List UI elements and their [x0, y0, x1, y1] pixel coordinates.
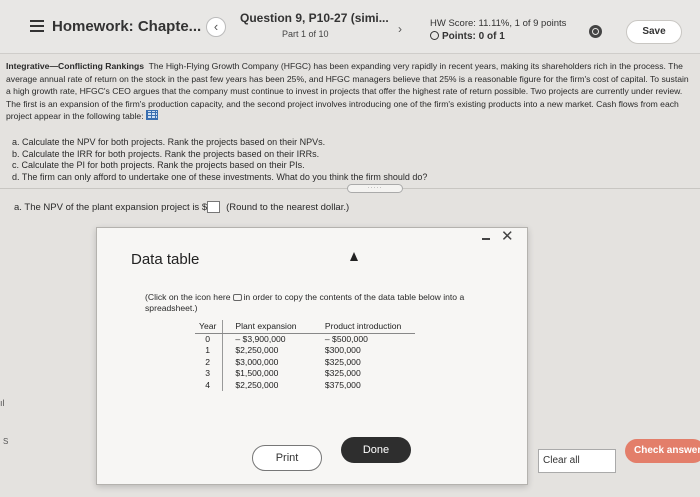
check-answer-button[interactable]: Check answer [625, 439, 700, 463]
circle-icon [430, 31, 439, 40]
clear-all-button[interactable]: Clear all [538, 449, 616, 473]
column-header: Year [195, 320, 224, 334]
gear-icon[interactable] [589, 25, 602, 38]
points-text: Points: 0 of 1 [442, 31, 505, 42]
year-cell: 1 [195, 344, 224, 356]
points-status: Points: 0 of 1 [430, 31, 505, 42]
table-header-row: Year Plant expansion Product introductio… [195, 320, 415, 334]
expand-handle[interactable]: ····· [347, 184, 403, 193]
year-cell: 2 [195, 356, 224, 368]
next-question-button[interactable]: › [398, 22, 402, 36]
instr-before: (Click on the icon here [145, 292, 231, 302]
column-header: Product introduction [314, 320, 415, 334]
plant-cell: $3,000,000 [235, 356, 279, 367]
table-icon[interactable] [145, 110, 158, 120]
year-cell: 3 [195, 367, 224, 379]
close-icon[interactable]: ✕ [501, 229, 514, 245]
save-button[interactable]: Save [626, 20, 682, 44]
data-table-dialog: ✕ Data table (Click on the icon here in o… [96, 227, 528, 485]
question-part: Part 1 of 10 [282, 29, 329, 39]
answer-hint: (Round to the nearest dollar.) [226, 202, 350, 213]
table-row: 2 $3,000,000 $325,000 [195, 356, 415, 368]
plant-cell: $2,250,000 [235, 345, 279, 356]
product-cell: $375,000 [324, 379, 361, 390]
product-cell: $300,000 [324, 345, 361, 356]
table-row: 3 $1,500,000 $325,000 [195, 367, 415, 379]
plant-cell: – $3,900,000 [235, 334, 286, 344]
task-item: c. Calculate the PI for both projects. R… [12, 160, 305, 170]
product-cell: – $500,000 [324, 334, 368, 344]
copy-instructions: (Click on the icon here in order to copy … [145, 292, 505, 314]
npv-answer-input[interactable] [207, 201, 221, 213]
question-title[interactable]: Question 9, P10-27 (simi... [240, 11, 389, 25]
plant-cell: $1,500,000 [235, 368, 279, 379]
product-cell: $325,000 [324, 356, 361, 367]
task-item: d. The firm can only afford to undertake… [12, 171, 428, 182]
dialog-title: Data table [131, 251, 200, 268]
problem-statement: Integrative—Conflicting Rankings The Hig… [6, 60, 690, 123]
task-item: a. Calculate the NPV for both projects. … [12, 137, 326, 147]
problem-lead: Integrative—Conflicting Rankings [6, 61, 144, 71]
year-cell: 4 [195, 379, 224, 391]
plant-cell: $2,250,000 [235, 379, 279, 390]
previous-question-button[interactable]: ‹ [206, 17, 226, 37]
table-row: 0 – $3,900,000 – $500,000 [195, 333, 415, 345]
task-item: b. Calculate the IRR for both projects. … [12, 148, 320, 159]
minimize-icon[interactable] [480, 233, 492, 245]
cash-flow-table: Year Plant expansion Product introductio… [195, 320, 415, 391]
side-mark: ıl [0, 398, 5, 408]
answer-line: a. The NPV of the plant expansion projec… [14, 201, 349, 213]
hw-score: HW Score: 11.11%, 1 of 9 points [430, 18, 567, 29]
table-row: 4 $2,250,000 $375,000 [195, 379, 415, 391]
answer-prefix: a. The NPV of the plant expansion projec… [14, 202, 208, 213]
cursor-icon [350, 252, 358, 261]
done-button[interactable]: Done [341, 437, 411, 463]
task-list: a. Calculate the NPV for both projects. … [12, 137, 427, 183]
copy-icon[interactable] [232, 294, 242, 301]
product-cell: $325,000 [324, 368, 361, 379]
table-row: 1 $2,250,000 $300,000 [195, 344, 415, 356]
top-bar: Homework: Chapte... ‹ Question 9, P10-27… [0, 0, 700, 54]
hamburger-icon[interactable] [30, 20, 44, 32]
homework-title[interactable]: Homework: Chapte... [52, 18, 201, 35]
column-header: Plant expansion [222, 320, 315, 334]
print-button[interactable]: Print [252, 445, 322, 471]
side-mark: S [3, 437, 9, 446]
year-cell: 0 [195, 333, 224, 345]
